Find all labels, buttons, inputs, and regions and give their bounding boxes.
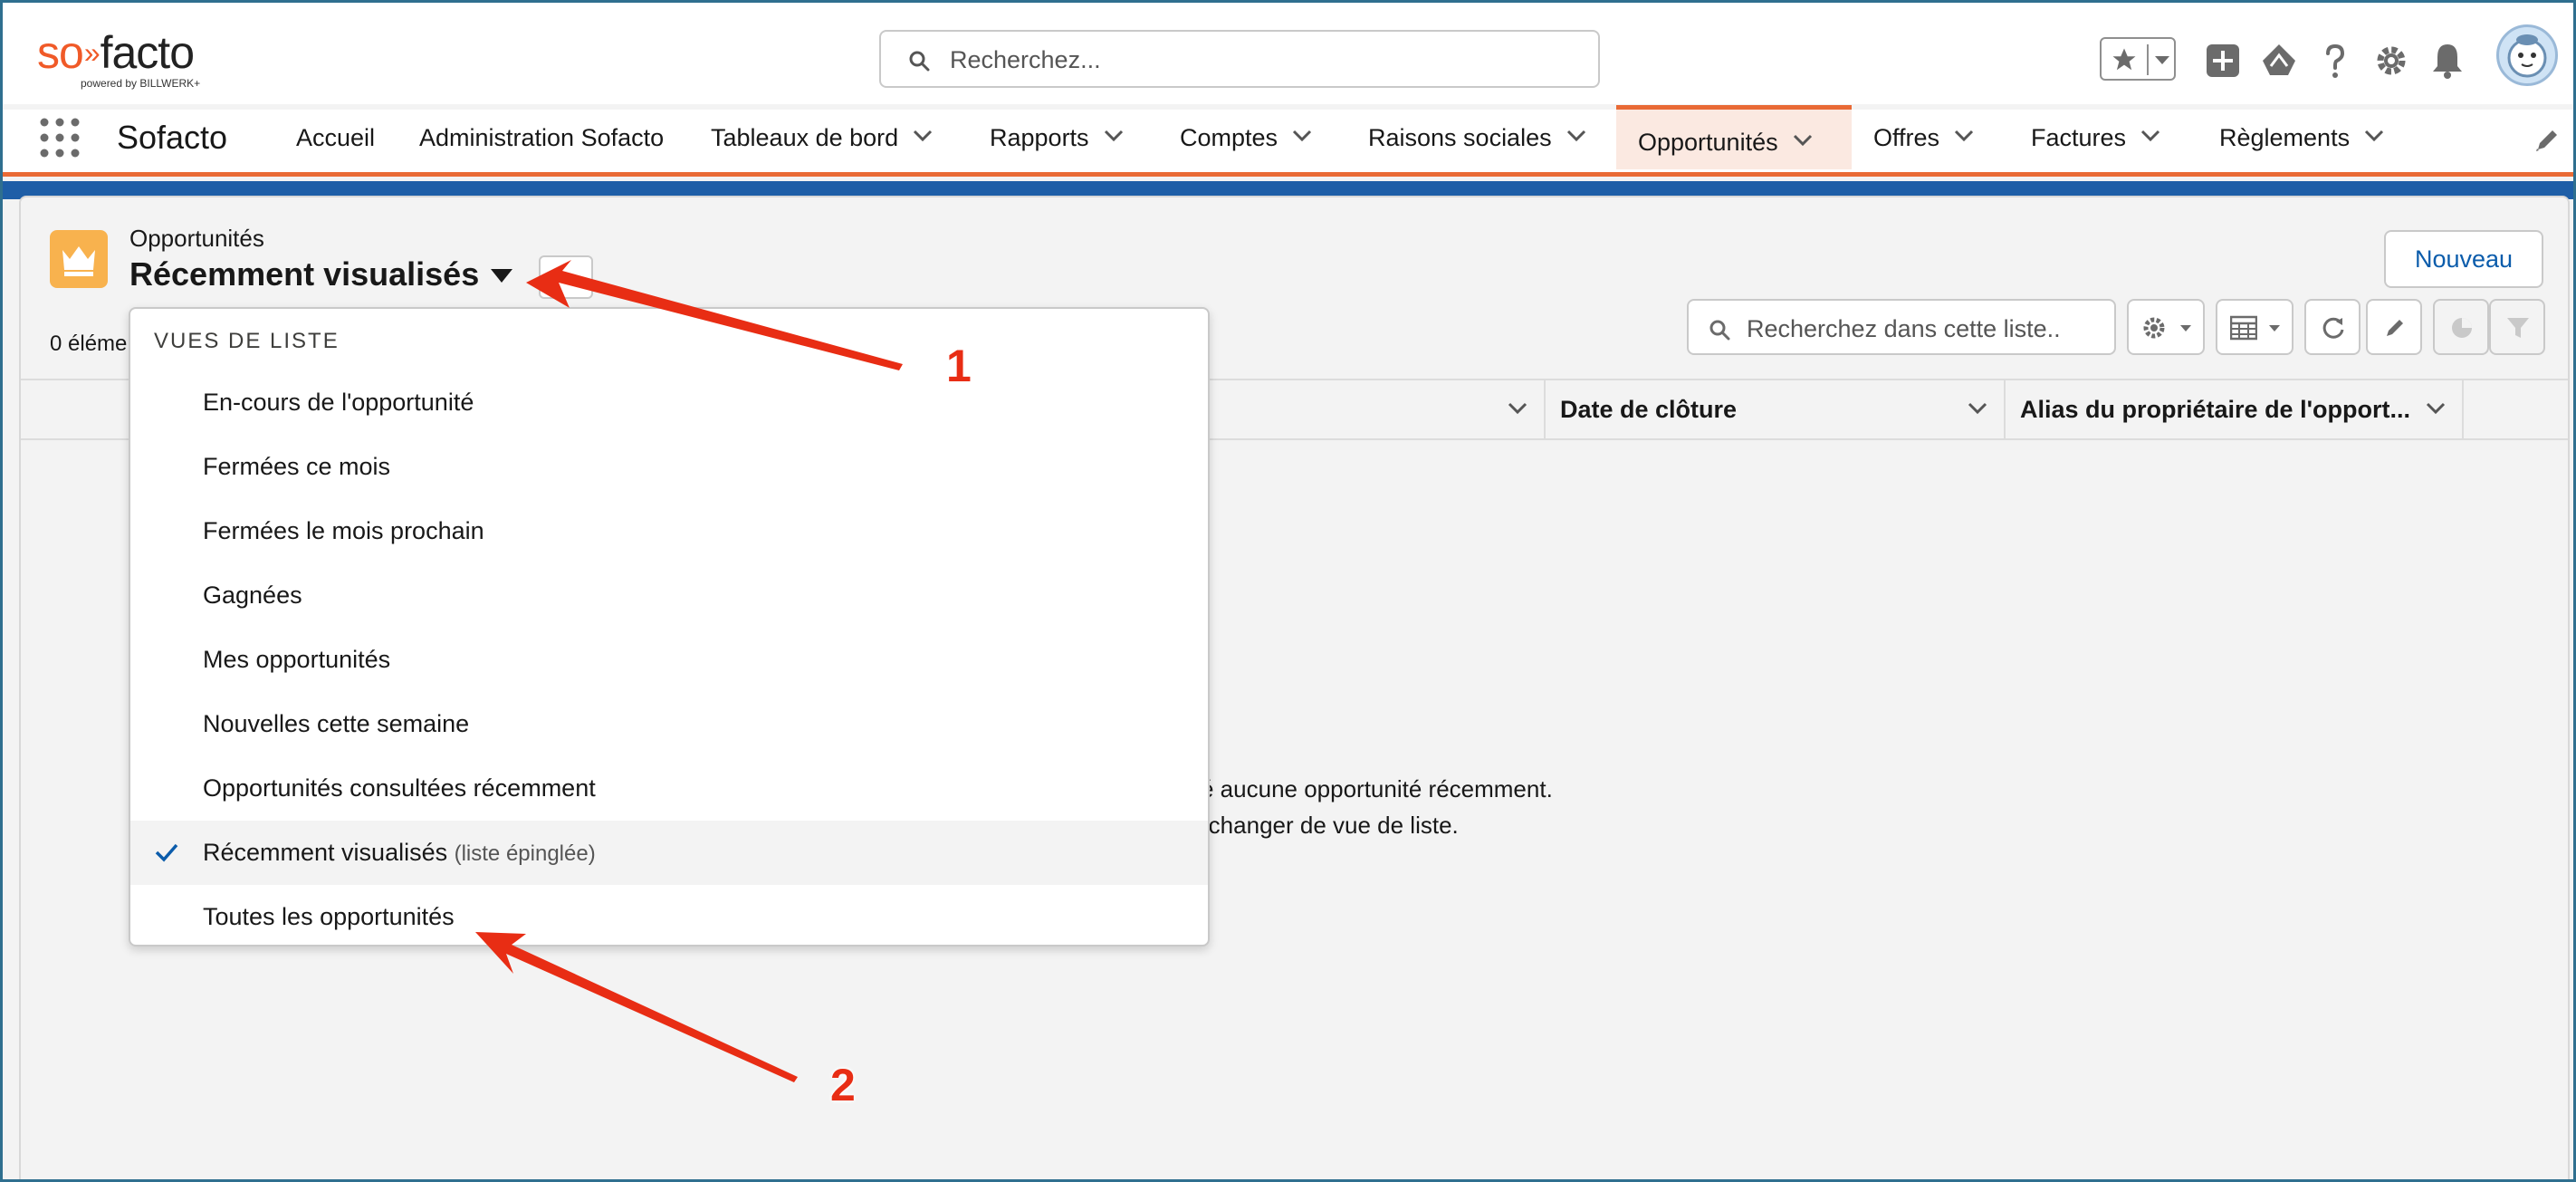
nav-tab-opportunites[interactable]: Opportunités bbox=[1616, 105, 1852, 169]
opportunity-crown-icon bbox=[50, 230, 108, 288]
pin-list-view-button[interactable] bbox=[539, 255, 593, 299]
pinned-suffix: (liste épinglée) bbox=[454, 841, 596, 866]
nav-tab-raisons-sociales[interactable]: Raisons sociales bbox=[1368, 110, 1586, 169]
list-view-option[interactable]: Gagnées bbox=[130, 563, 1208, 628]
new-button[interactable]: Nouveau bbox=[2384, 230, 2543, 288]
chevron-down-icon[interactable] bbox=[1793, 134, 1813, 147]
chevron-down-icon[interactable] bbox=[1508, 402, 1527, 415]
empty-state-line-1: sé aucune opportunité récemment. bbox=[1189, 775, 1553, 802]
help-icon[interactable] bbox=[2313, 39, 2357, 82]
nav-tab-administration-sofacto[interactable]: Administration Sofacto bbox=[419, 110, 664, 169]
astro-avatar-icon bbox=[2507, 34, 2547, 78]
list-view-option[interactable]: Toutes les opportunités bbox=[130, 885, 1208, 949]
edit-nav-pencil-icon[interactable] bbox=[2533, 126, 2562, 155]
list-view-switcher-caret-icon[interactable] bbox=[490, 268, 513, 284]
app-navigation-bar: Sofacto Accueil Administration Sofacto T… bbox=[3, 105, 2573, 177]
annotation-number-1: 1 bbox=[946, 341, 972, 391]
list-search-placeholder: Recherchez dans cette liste.. bbox=[1747, 315, 2061, 342]
empty-state-line-2: e changer de vue de liste. bbox=[1189, 812, 1459, 839]
nav-tab-comptes[interactable]: Comptes bbox=[1180, 110, 1312, 169]
global-search-placeholder: Recherchez... bbox=[950, 46, 1101, 73]
chevron-down-icon[interactable] bbox=[2426, 402, 2446, 415]
nav-tab-factures[interactable]: Factures bbox=[2031, 110, 2160, 169]
trailhead-icon[interactable] bbox=[2257, 39, 2301, 82]
checkmark-icon bbox=[155, 843, 178, 862]
column-header-date-de-cloture[interactable]: Date de clôture bbox=[1546, 380, 2006, 438]
list-view-option[interactable]: Mes opportunités bbox=[130, 628, 1208, 692]
list-view-option[interactable]: Nouvelles cette semaine bbox=[130, 692, 1208, 756]
caret-down-icon bbox=[2180, 325, 2191, 332]
chevron-down-icon[interactable] bbox=[1968, 402, 1987, 415]
list-search-input[interactable]: Recherchez dans cette liste.. bbox=[1687, 299, 2116, 355]
global-search-input[interactable]: Recherchez... bbox=[879, 30, 1600, 88]
app-window: so»facto powered by BILLWERK+ Recherchez… bbox=[0, 0, 2576, 1182]
setup-gear-icon[interactable] bbox=[2370, 39, 2413, 82]
chevron-down-icon[interactable] bbox=[2364, 130, 2384, 142]
refresh-icon bbox=[2322, 317, 2344, 339]
pencil-icon bbox=[2387, 320, 2403, 336]
filters-button[interactable] bbox=[2489, 299, 2545, 355]
list-view-option[interactable]: Fermées ce mois bbox=[130, 435, 1208, 499]
logo-tagline: powered by BILLWERK+ bbox=[81, 77, 201, 90]
list-view-option-selected[interactable]: Récemment visualisés (liste épinglée) bbox=[130, 821, 1208, 885]
dropdown-header: VUES DE LISTE bbox=[154, 329, 340, 353]
gear-icon bbox=[2143, 317, 2165, 339]
list-view-option[interactable]: En-cours de l'opportunité bbox=[130, 370, 1208, 435]
filter-funnel-icon bbox=[2507, 318, 2529, 338]
user-avatar[interactable] bbox=[2496, 24, 2558, 86]
display-as-button[interactable] bbox=[2216, 299, 2294, 355]
list-view-option[interactable]: Fermées le mois prochain bbox=[130, 499, 1208, 563]
search-icon bbox=[1709, 320, 1730, 341]
pie-chart-icon bbox=[2452, 318, 2472, 338]
item-count: 0 éléme bbox=[50, 332, 128, 356]
list-settings-button[interactable] bbox=[2127, 299, 2205, 355]
nav-tab-tableaux-de-bord[interactable]: Tableaux de bord bbox=[711, 110, 933, 169]
annotation-number-2: 2 bbox=[830, 1060, 856, 1110]
charts-button[interactable] bbox=[2433, 299, 2489, 355]
refresh-button[interactable] bbox=[2304, 299, 2361, 355]
notification-bell-icon[interactable] bbox=[2426, 39, 2469, 82]
column-header-alias-proprietaire[interactable]: Alias du propriétaire de l'opport... bbox=[2006, 380, 2464, 438]
nav-tab-accueil[interactable]: Accueil bbox=[296, 110, 375, 169]
caret-down-icon bbox=[2269, 325, 2280, 332]
chevron-down-icon[interactable] bbox=[1954, 130, 1974, 142]
chevron-down-icon[interactable] bbox=[2140, 130, 2160, 142]
chevron-down-icon[interactable] bbox=[2154, 55, 2170, 66]
app-name: Sofacto bbox=[117, 119, 228, 156]
add-icon[interactable] bbox=[2201, 39, 2245, 82]
table-grid-icon bbox=[2230, 315, 2257, 341]
nav-tab-rapports[interactable]: Rapports bbox=[990, 110, 1124, 169]
search-icon bbox=[909, 51, 930, 72]
chevron-down-icon[interactable] bbox=[1104, 130, 1124, 142]
global-header: so»facto powered by BILLWERK+ Recherchez… bbox=[3, 3, 2573, 104]
inline-edit-button[interactable] bbox=[2366, 299, 2422, 355]
chevron-down-icon[interactable] bbox=[1292, 130, 1312, 142]
chevron-down-icon[interactable] bbox=[913, 130, 933, 142]
object-label: Opportunités bbox=[129, 225, 264, 252]
list-views-dropdown: VUES DE LISTE En-cours de l'opportunité … bbox=[129, 307, 1210, 947]
nav-tab-offres[interactable]: Offres bbox=[1873, 110, 1974, 169]
star-icon[interactable] bbox=[2111, 46, 2138, 73]
chevron-down-icon[interactable] bbox=[1566, 130, 1586, 142]
favorites-button-group[interactable] bbox=[2100, 37, 2176, 81]
nav-tab-reglements[interactable]: Règlements bbox=[2219, 110, 2384, 169]
list-view-title[interactable]: Récemment visualisés bbox=[129, 255, 479, 293]
app-launcher-grid-icon[interactable] bbox=[37, 115, 82, 160]
sofacto-logo[interactable]: so»facto powered by BILLWERK+ bbox=[37, 30, 236, 90]
list-view-option[interactable]: Opportunités consultées récemment bbox=[130, 756, 1208, 821]
